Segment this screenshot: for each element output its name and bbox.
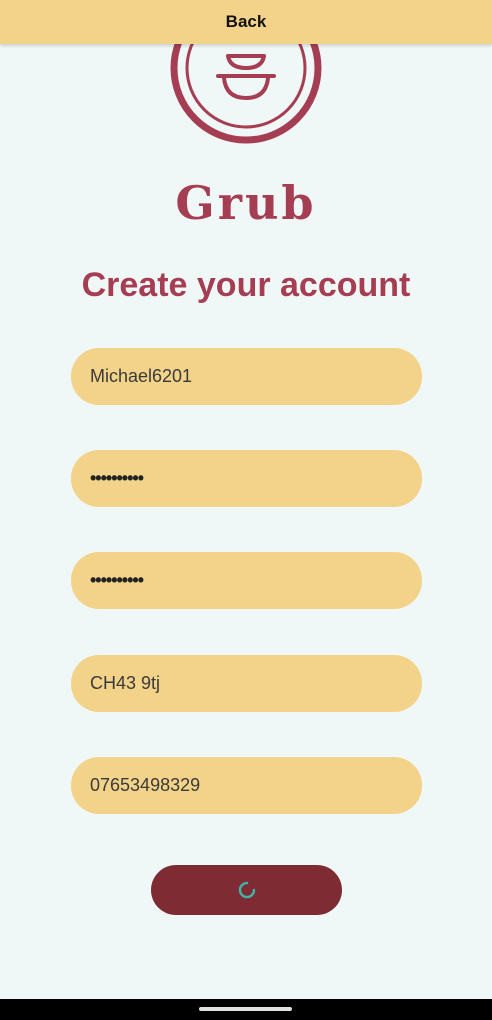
home-indicator[interactable] xyxy=(199,1007,292,1011)
back-button[interactable]: Back xyxy=(226,12,267,32)
password-field[interactable]: •••••••••• xyxy=(71,450,422,507)
top-bar: Back xyxy=(0,0,492,44)
system-nav-bar xyxy=(0,999,492,1020)
postcode-field[interactable]: CH43 9tj xyxy=(71,655,422,712)
loading-spinner-icon xyxy=(238,881,255,899)
create-account-screen: Back Grub Create your account Michael620… xyxy=(0,0,492,1020)
phone-field[interactable]: 07653498329 xyxy=(71,757,422,814)
create-account-button[interactable] xyxy=(151,865,342,915)
username-field[interactable]: Michael6201 xyxy=(71,348,422,405)
page-title: Create your account xyxy=(81,266,411,304)
brand-name: Grub xyxy=(175,176,317,230)
confirm-password-field[interactable]: •••••••••• xyxy=(71,552,422,609)
